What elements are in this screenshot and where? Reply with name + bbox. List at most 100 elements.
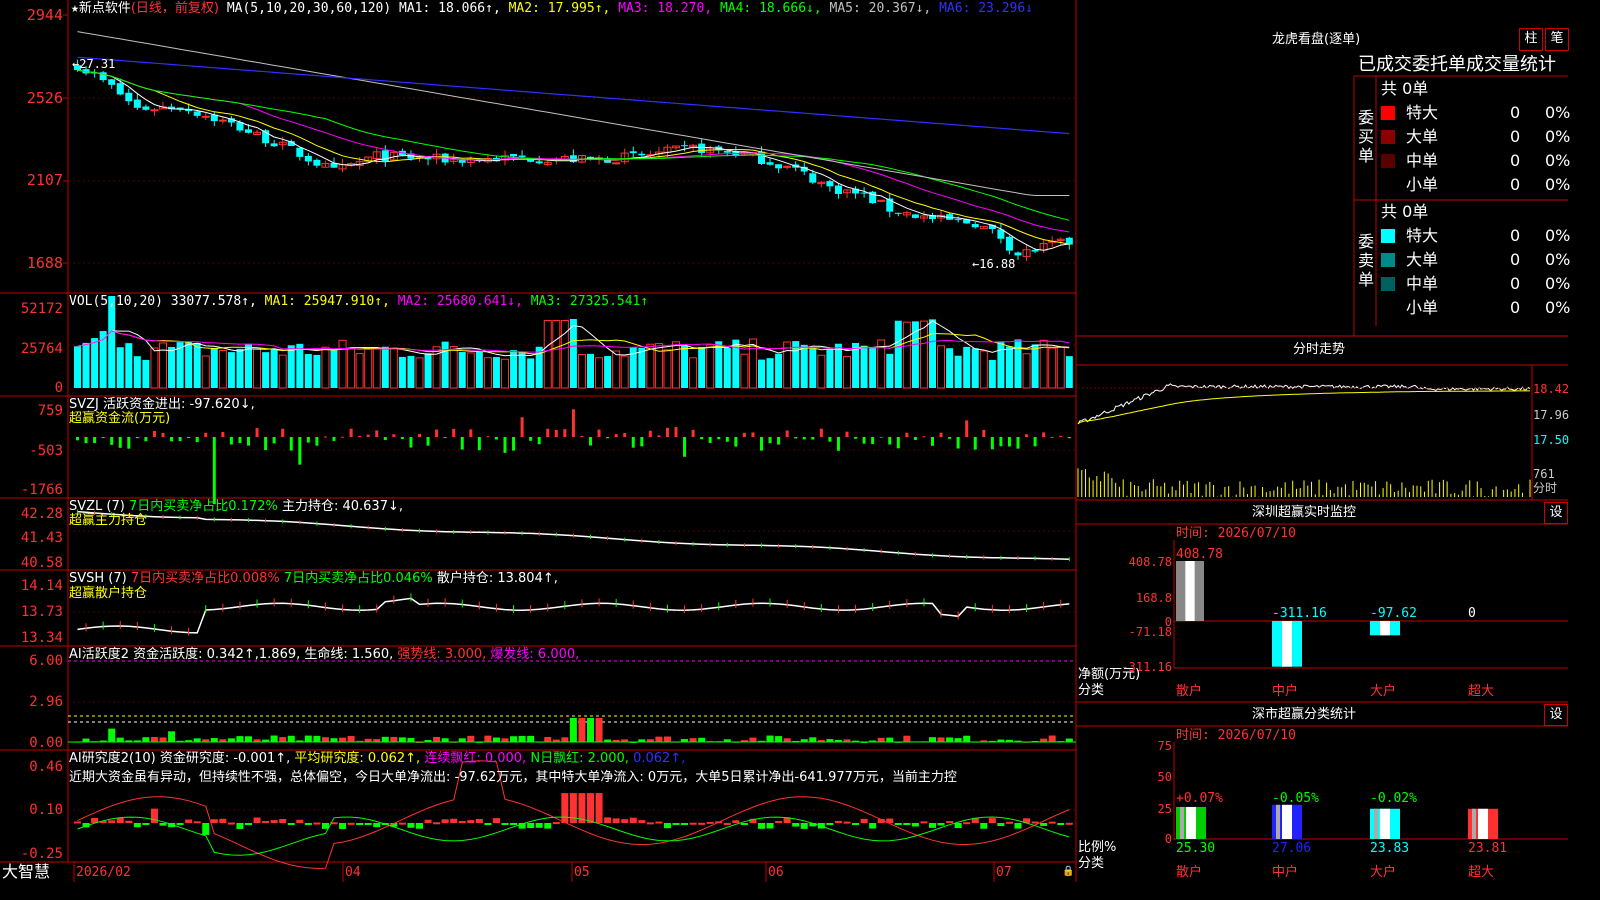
sell-color-swatch [1381, 253, 1395, 267]
vol-bar-down [381, 346, 389, 388]
svzj-bar [597, 429, 601, 437]
svzj-bar [247, 437, 250, 446]
svzj-bar [554, 430, 558, 437]
class-bar-edge [1180, 806, 1184, 839]
svzj-bar [742, 432, 746, 437]
svzj-bar [520, 417, 524, 437]
intraday-price-line [1077, 383, 1531, 425]
svzj-bar [529, 437, 533, 441]
vol-bar-up [937, 345, 946, 389]
svzj-bar [281, 428, 285, 437]
intraday-title: 分时走势 [1293, 342, 1346, 357]
svzj-bar [571, 409, 575, 437]
svzl-g2: 主力持仓: 40.637↓, [281, 499, 403, 514]
vol-bar-up [501, 358, 509, 389]
ai-research-bar [364, 823, 372, 825]
svzj-bar [648, 430, 652, 437]
svzj-bar [400, 437, 404, 439]
svzj-bar [725, 437, 729, 442]
ai-active-bar [946, 737, 954, 742]
class-category-label: 中户 [1272, 865, 1299, 880]
star-icon[interactable]: ★ [71, 1, 79, 16]
ai-active-bar [877, 737, 885, 742]
ma120-line [77, 56, 1070, 135]
price-header: ★新点软件(日线，前复权) MA(5,10,20,30,60,120) MA1:… [71, 1, 1033, 16]
vol-bar-down [262, 352, 270, 388]
buy-row-name: 小单 [1406, 175, 1439, 194]
ai-active-r1: 强势线: 3.000, [397, 647, 487, 662]
ai-research-bar [689, 822, 697, 825]
ai-active-bar [168, 731, 176, 742]
vol-bar-down [304, 354, 312, 388]
lock-icon[interactable]: 🔒 [1062, 865, 1074, 879]
class-title: 深市超赢分类统计 [1252, 707, 1357, 722]
ai-active-bar [227, 738, 235, 742]
candle-body-down [125, 92, 133, 102]
ai-active-bar [518, 735, 526, 742]
ai-research-bar [663, 823, 671, 829]
ai-research-bar [980, 823, 988, 829]
ai-research-bar [287, 823, 295, 825]
ai-research-bar [501, 823, 509, 825]
vol-bar-down [886, 353, 894, 388]
intraday-chart[interactable] [1077, 383, 1532, 497]
svzj-bar [1033, 437, 1037, 447]
sell-row-value: 0 [1510, 250, 1521, 269]
tick-mode-button[interactable]: 笔 [1545, 28, 1569, 51]
vol-bar-down [698, 347, 706, 388]
svzj-bar [238, 437, 242, 443]
bar-mode-button[interactable]: 柱 [1519, 28, 1543, 51]
date-label-2: 04 [345, 865, 361, 880]
candle-body-down [629, 151, 637, 154]
vol-bar-down [1031, 344, 1039, 388]
svzj-bar [691, 429, 695, 437]
svzj-tick-3: -1766 [20, 482, 63, 498]
candle-body-down [638, 153, 646, 156]
buy-row-pct: 0% [1545, 127, 1571, 146]
ai-active-bar [587, 718, 594, 742]
vol-bar-down [766, 358, 774, 388]
stock-name[interactable]: 新点软件 [79, 1, 131, 16]
ai-active-bar [321, 737, 329, 742]
vol-bar-up [466, 352, 475, 389]
ai-active-bar [484, 735, 492, 742]
svzj-bar [708, 437, 712, 443]
ai-research-bar [510, 823, 518, 825]
candle-body-down [296, 147, 304, 157]
svzj-bar [734, 437, 738, 447]
vol-bar-down [82, 342, 90, 388]
ma1-value: MA1: 18.066↑, [399, 1, 501, 16]
svzj-bar [700, 437, 704, 440]
vol-bar-up [595, 357, 604, 389]
ai-active-bar [150, 736, 158, 742]
ai-active-bar [1040, 738, 1048, 742]
brand-logo[interactable]: 大智慧 [2, 863, 50, 881]
svzj-bar [1025, 434, 1029, 437]
ai-research-bar [792, 823, 800, 827]
monitor-settings-button[interactable]: 设 [1544, 502, 1568, 524]
svzj-bar [409, 437, 413, 448]
vol-tick-3: 0 [54, 380, 63, 396]
svzj-bar [777, 437, 781, 445]
ai-active-bar [1065, 738, 1073, 742]
vol-bar-down [826, 348, 834, 388]
ai-active-bar [193, 738, 201, 742]
svzj-bar [118, 437, 122, 448]
vol-bar-up [689, 357, 698, 389]
vol-bar-up [740, 353, 749, 389]
candle-body-up [150, 109, 159, 112]
sell-row-pct: 0% [1545, 226, 1571, 245]
vol-bar-down [125, 343, 133, 388]
class-value-label: 25.30 [1176, 841, 1216, 856]
sell-row-name: 中单 [1406, 274, 1439, 293]
svzj-bar [418, 433, 421, 437]
class-settings-button[interactable]: 设 [1544, 704, 1568, 726]
candle-body-down [1014, 252, 1022, 256]
ai-active-bar [398, 737, 406, 742]
ai-research-bar [894, 823, 902, 825]
vol-bar-up [577, 354, 586, 389]
buy-total: 共 0单 [1381, 79, 1429, 98]
vol-bar-up [389, 347, 398, 389]
svzj-bar [84, 437, 88, 444]
period-label[interactable]: (日线，前复权) [131, 1, 219, 16]
